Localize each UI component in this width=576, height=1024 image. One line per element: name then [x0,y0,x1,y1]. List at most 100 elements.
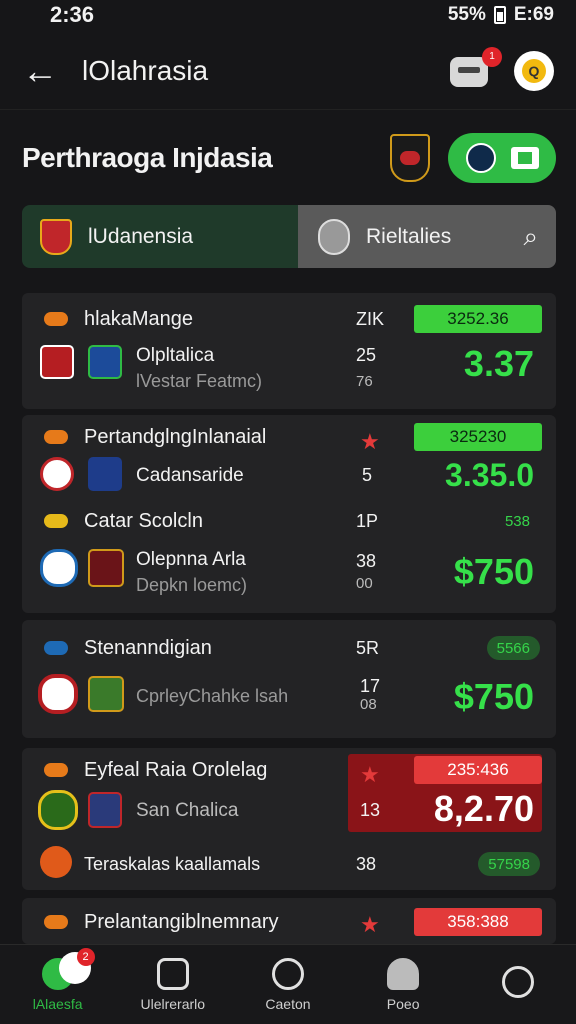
match-sub: lVestar Featmc) [136,371,263,391]
user-icon [387,957,420,990]
tab-indonesia[interactable]: lUdanensia [22,205,298,268]
match-label: Olpltalica [136,345,215,366]
match-num-1: 17 [360,676,381,696]
league-icon [44,915,68,929]
profile-button[interactable]: Q [514,50,554,91]
match-card[interactable]: Stenanndigian 5R 5566 CprleyChahke lsah … [22,620,556,738]
match-card[interactable]: Prelantangiblnemnary ★ 358:388 [22,898,556,944]
nav-search[interactable]: Caeton [233,957,343,1012]
nav-matches[interactable]: Ulelrerarlo [118,957,228,1012]
match-card[interactable]: hlakaMange ZIK 3252.36 Olpltalica lVesta… [22,293,556,409]
calendar-icon [156,957,189,990]
league-icon [44,430,68,444]
match-num-1: 38 [356,551,377,571]
page-title: lOlahrasia [82,54,209,86]
bottom-nav: 2 lAlaesfa Ulelrerarlo Caeton Poeo [0,944,576,1024]
club-crest-icon [465,143,496,173]
odds-button[interactable]: 358:388 [414,908,542,936]
match-label: San Chalica [136,800,239,821]
league-title: Prelantangiblnemnary [84,910,279,933]
match-value[interactable]: $750 [454,551,534,593]
match-value[interactable]: 3.37 [464,343,534,385]
tab-results[interactable]: Rieltalies ⌕ [298,205,556,268]
app-bar: ← lOlahrasia 1 Q [0,32,576,110]
search-icon[interactable]: ⌕ [523,221,538,253]
away-team-logo [88,792,122,828]
home-team-logo [38,674,78,714]
home-team-logo [40,549,78,587]
section-header: Perthraoga Injdasia [22,130,556,186]
league-icon [44,312,68,326]
section-title: Perthraoga Injdasia [22,142,273,173]
notification-badge: 1 [482,46,502,67]
team-logo [40,846,72,878]
league-crest-icon [390,134,430,182]
league-icon [44,514,68,528]
ticket-icon [510,147,539,169]
league-icon [44,763,68,777]
nav-badge: 2 [58,947,95,984]
home-team-logo [40,345,74,379]
nav-label: Ulelrerarlo [140,995,206,1012]
battery-icon [493,6,506,24]
favorite-star-icon[interactable]: ★ [360,429,380,455]
match-num-2: 76 [356,373,373,390]
favorite-star-icon[interactable]: ★ [360,762,380,788]
status-time: 2:36 [50,2,95,27]
match-code: 1P [356,511,379,531]
match-card[interactable]: PertandglngInlanaial 325230 Cadansaride … [22,415,556,613]
tab-label: lUdanensia [88,224,194,248]
mini-odds-button[interactable]: 538 [495,509,540,533]
notifications-button[interactable]: 1 [450,46,502,89]
menu-icon [502,965,535,998]
status-battery-text: 55% [447,4,486,25]
tab-bar: lUdanensia Rieltalies ⌕ [22,205,556,268]
nav-menu[interactable] [463,965,573,1004]
match-label: Catar Scolcln [84,510,203,532]
odds-button[interactable]: 235:436 [414,756,542,784]
search-profile-icon: Q [522,58,546,83]
nav-label: lAlaesfa [32,995,83,1012]
match-label: Cadansaride [136,465,244,486]
status-bar: 2:36 55% E:69 [0,0,576,30]
away-team-logo [88,549,124,587]
nav-home[interactable]: 2 lAlaesfa [3,947,113,1012]
match-num-2: 08 [360,696,377,713]
home-team-logo [38,790,78,830]
action-pill-button[interactable] [448,133,556,183]
status-icons: 55% E:69 [448,4,554,26]
match-value[interactable]: $750 [454,676,534,718]
match-value[interactable]: 8,2.70 [434,788,534,830]
league-code: ZIK [356,308,385,329]
away-team-logo [88,345,122,379]
match-code: 38 [356,854,377,874]
match-label: Olepnna Arla [136,549,246,570]
match-num-1: 25 [356,345,377,365]
nav-label: Poeo [386,995,420,1012]
nav-profile[interactable]: Poeo [348,957,458,1012]
match-value[interactable]: 3.35.0 [445,457,534,494]
search-icon [271,957,304,990]
match-sub: Depkn loemc) [136,575,248,595]
nav-label: Caeton [265,995,311,1012]
league-code: 5R [356,637,380,658]
league-icon [44,641,68,655]
tab-label: Rieltalies [366,224,452,248]
match-num-1: 5 [362,465,373,485]
globe-crest-icon [318,218,350,255]
mini-odds-button[interactable]: 5566 [486,636,540,660]
odds-button[interactable]: 325230 [414,423,542,451]
league-title: PertandglngInlanaial [84,425,267,448]
match-num-1: 13 [360,800,381,820]
favorite-star-icon[interactable]: ★ [360,912,380,938]
match-label: CprleyChahke lsah [136,686,289,706]
odds-button[interactable]: 3252.36 [414,305,542,333]
league-title: Eyfeal Raia Orolelag [84,758,268,781]
league-title: hlakaMange [84,307,193,330]
league-title: Stenanndigian [84,636,212,659]
back-arrow-icon[interactable]: ← [22,50,62,92]
match-num-2: 00 [356,575,373,592]
match-card[interactable]: Eyfeal Raia Orolelag 235:436 ★ San Chali… [22,748,556,890]
home-team-logo [40,457,74,491]
mini-odds-button[interactable]: 57598 [478,852,540,876]
